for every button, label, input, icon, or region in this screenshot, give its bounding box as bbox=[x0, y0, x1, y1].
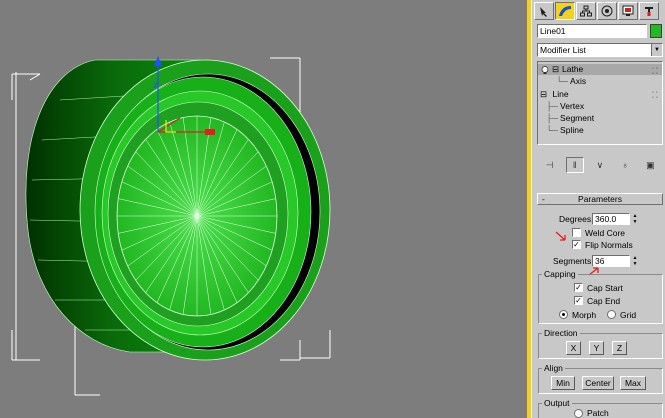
align-min-button[interactable]: Min bbox=[551, 376, 575, 390]
subobject-dots-icon: ∙ ∙ ∙ ∙ bbox=[652, 89, 658, 101]
show-end-result-icon: ‖ bbox=[572, 160, 577, 170]
align-center-button[interactable]: Center bbox=[582, 376, 614, 390]
display-tab[interactable] bbox=[618, 2, 638, 20]
modify-icon bbox=[559, 6, 571, 16]
hierarchy-tab[interactable] bbox=[576, 2, 596, 20]
lightbulb-icon bbox=[541, 66, 549, 74]
motion-tab[interactable] bbox=[597, 2, 617, 20]
direction-y-button[interactable]: Y bbox=[589, 341, 604, 355]
chevron-down-icon: ▼ bbox=[651, 44, 662, 56]
stack-item-vertex[interactable]: ├─ Vertex bbox=[546, 101, 584, 112]
display-icon bbox=[622, 5, 634, 16]
stack-item-label: Line bbox=[552, 89, 569, 99]
command-panel-tabs bbox=[534, 2, 664, 20]
motion-icon bbox=[601, 5, 613, 17]
configure-icon: ▣ bbox=[646, 159, 655, 170]
collapse-icon: - bbox=[542, 194, 545, 204]
stack-item-label: Vertex bbox=[560, 101, 585, 111]
morph-radio[interactable] bbox=[559, 310, 568, 319]
flip-normals-label: Flip Normals bbox=[585, 240, 633, 250]
command-panel: Line01 Modifier List ▼ ⊟ Lathe └─ Axis ⊟ … bbox=[531, 0, 665, 418]
stack-item-label: Axis bbox=[570, 76, 587, 86]
grid-label: Grid bbox=[620, 310, 637, 320]
cap-start-label: Cap Start bbox=[587, 283, 623, 293]
modify-tab[interactable] bbox=[555, 2, 575, 20]
configure-sets-button[interactable]: ▣ bbox=[641, 157, 659, 173]
weld-core-checkbox[interactable] bbox=[572, 228, 581, 237]
capping-title: Capping bbox=[542, 269, 578, 279]
degrees-spinner[interactable]: ▲ ▼ bbox=[631, 213, 639, 225]
grid-radio[interactable] bbox=[607, 310, 616, 319]
patch-label: Patch bbox=[587, 408, 609, 418]
lathe-mesh-render: z bbox=[11, 56, 331, 396]
stack-item-spline[interactable]: └─ Spline bbox=[546, 125, 584, 136]
object-name-field[interactable]: Line01 bbox=[537, 24, 647, 38]
align-title: Align bbox=[542, 363, 565, 373]
show-end-result-button[interactable]: ‖ bbox=[565, 157, 584, 173]
output-title: Output bbox=[542, 398, 572, 408]
weld-core-label: Weld Core bbox=[585, 228, 625, 238]
object-color-swatch[interactable] bbox=[650, 24, 662, 38]
modifier-stack: ⊟ Lathe └─ Axis ⊟ Line ├─ Vertex ├─ Segment… bbox=[537, 61, 663, 145]
degrees-input[interactable]: 360.0 bbox=[592, 213, 630, 225]
annotation-arrow-icon bbox=[555, 231, 566, 241]
stack-toolbar: ⊣ ‖ ∨ ♁ ▣ bbox=[537, 156, 663, 174]
pin-stack-button[interactable]: ⊣ bbox=[541, 157, 559, 173]
modifier-list-dropdown[interactable]: Modifier List ▼ bbox=[537, 43, 663, 57]
create-tab[interactable] bbox=[534, 2, 554, 20]
morph-label: Morph bbox=[572, 310, 597, 320]
degrees-label: Degrees: bbox=[559, 214, 594, 224]
segments-spinner[interactable]: ▲ ▼ bbox=[631, 255, 639, 267]
perspective-viewport[interactable]: z bbox=[0, 0, 527, 418]
rollout-title: Parameters bbox=[578, 194, 622, 204]
utilities-tab[interactable] bbox=[639, 2, 659, 20]
stack-item-label: Segment bbox=[560, 113, 595, 123]
subobject-dots-icon: ∙ ∙ ∙ ∙ bbox=[652, 65, 658, 77]
collapse-toggle[interactable]: ⊟ bbox=[552, 64, 559, 75]
flip-normals-checkbox[interactable]: ✓ bbox=[572, 240, 581, 249]
svg-text:z: z bbox=[153, 80, 158, 90]
parameters-rollout-header[interactable]: - Parameters bbox=[537, 193, 663, 205]
stack-item-lathe[interactable]: ⊟ Lathe bbox=[538, 64, 662, 75]
pin-icon: ⊣ bbox=[545, 159, 554, 170]
stack-item-label: Lathe bbox=[562, 64, 584, 74]
direction-x-button[interactable]: X bbox=[566, 341, 581, 355]
make-unique-icon: ∨ bbox=[596, 159, 604, 170]
stack-item-label: Spline bbox=[560, 125, 584, 135]
cap-end-label: Cap End bbox=[587, 296, 621, 306]
modifier-list-label: Modifier List bbox=[540, 45, 586, 55]
remove-modifier-button[interactable]: ♁ bbox=[616, 157, 634, 173]
direction-title: Direction bbox=[542, 328, 580, 338]
create-icon bbox=[540, 7, 547, 17]
cap-start-checkbox[interactable]: ✓ bbox=[574, 283, 583, 292]
stack-item-axis[interactable]: └─ Axis bbox=[556, 76, 586, 87]
stack-item-line[interactable]: ⊟ Line bbox=[540, 89, 569, 100]
stack-item-segment[interactable]: ├─ Segment bbox=[546, 113, 594, 124]
utilities-icon bbox=[645, 7, 653, 16]
hierarchy-icon bbox=[580, 5, 592, 17]
segments-label: Segments: bbox=[553, 256, 594, 266]
cap-end-checkbox[interactable]: ✓ bbox=[574, 296, 583, 305]
patch-radio[interactable] bbox=[574, 409, 583, 418]
make-unique-button[interactable]: ∨ bbox=[591, 157, 609, 173]
direction-z-button[interactable]: Z bbox=[612, 341, 627, 355]
align-max-button[interactable]: Max bbox=[620, 376, 646, 390]
trash-icon: ♁ bbox=[621, 160, 629, 170]
collapse-toggle[interactable]: ⊟ bbox=[540, 89, 547, 99]
